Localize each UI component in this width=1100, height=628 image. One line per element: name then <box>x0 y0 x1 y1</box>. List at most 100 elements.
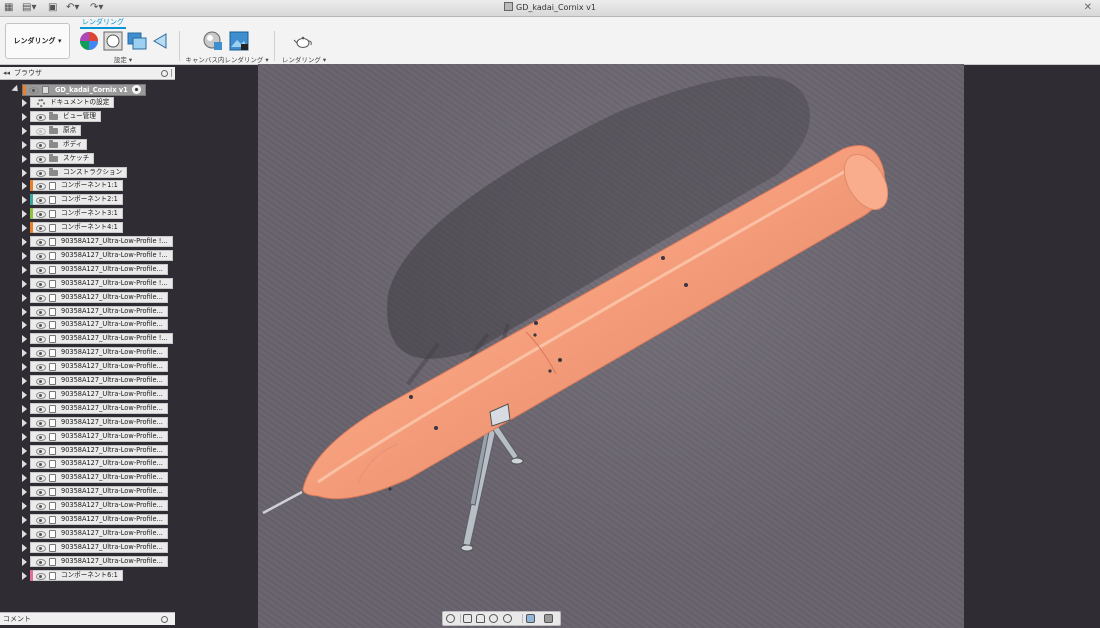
render-snapshot-icon[interactable] <box>229 31 249 51</box>
browser-tree-node[interactable]: 90358A127_Ultra-Low-Profile... <box>30 361 168 372</box>
expand-arrow-icon[interactable] <box>22 530 27 538</box>
browser-tree-row[interactable]: 90358A127_Ultra-Low-Profile... <box>0 292 175 304</box>
visibility-eye-icon[interactable] <box>36 321 46 329</box>
browser-tree-node[interactable]: 90358A127_Ultra-Low-Profile... <box>30 292 168 303</box>
teapot-render-icon[interactable] <box>293 31 313 51</box>
physical-material-icon[interactable] <box>103 31 123 51</box>
browser-tree-row[interactable]: 90358A127_Ultra-Low-Profile... <box>0 500 175 512</box>
browser-tree-node[interactable]: 90358A127_Ultra-Low-Profile... <box>30 514 168 525</box>
expand-arrow-icon[interactable] <box>22 391 27 399</box>
expand-arrow-icon[interactable] <box>22 99 27 107</box>
expand-arrow-icon[interactable] <box>22 377 27 385</box>
visibility-eye-icon[interactable] <box>36 294 46 302</box>
visibility-eye-icon[interactable] <box>36 238 46 246</box>
pan-hand-icon[interactable] <box>476 614 485 623</box>
3d-viewport[interactable] <box>258 64 964 628</box>
expand-arrow-icon[interactable] <box>22 280 27 288</box>
expand-arrow-icon[interactable] <box>22 155 27 163</box>
browser-tree-node[interactable]: 90358A127_Ultra-Low-Profile... <box>30 347 168 358</box>
visibility-eye-icon[interactable] <box>36 280 46 288</box>
browser-tree-row[interactable]: 90358A127_Ultra-Low-Profile... <box>0 486 175 498</box>
browser-tree-node[interactable]: 90358A127_Ultra-Low-Profile... <box>30 542 168 553</box>
expand-arrow-icon[interactable] <box>22 252 27 260</box>
expand-arrow-icon[interactable] <box>22 502 27 510</box>
visibility-eye-icon[interactable] <box>36 113 46 121</box>
browser-tree-row[interactable]: 90358A127_Ultra-Low-Profile !... <box>0 250 175 262</box>
browser-tree-row[interactable]: 90358A127_Ultra-Low-Profile... <box>0 417 175 429</box>
browser-tree-row[interactable]: コンポーネント6:1 <box>0 570 175 582</box>
browser-tree-row[interactable]: 90358A127_Ultra-Low-Profile... <box>0 319 175 331</box>
browser-tree-node[interactable]: 90358A127_Ultra-Low-Profile !... <box>30 236 173 247</box>
decal-icon[interactable] <box>151 31 171 51</box>
browser-tree-node[interactable]: コンストラクション <box>30 167 128 178</box>
visibility-eye-icon[interactable] <box>36 530 46 538</box>
workspace-switcher-button[interactable]: レンダリング ▾ <box>5 23 70 59</box>
browser-tree-node[interactable]: 90358A127_Ultra-Low-Profile... <box>30 431 168 442</box>
browser-tree-row[interactable]: 90358A127_Ultra-Low-Profile... <box>0 445 175 457</box>
visibility-eye-icon[interactable] <box>36 447 46 455</box>
expand-arrow-icon[interactable] <box>22 321 27 329</box>
expand-arrow-icon[interactable] <box>22 572 27 580</box>
browser-tree-row[interactable]: 原点 <box>0 125 175 137</box>
browser-tree-row[interactable]: コンストラクション <box>0 167 175 179</box>
visibility-eye-icon[interactable] <box>29 87 39 94</box>
browser-tree-node[interactable]: 90358A127_Ultra-Low-Profile !... <box>30 278 173 289</box>
browser-tree-row[interactable]: 90358A127_Ultra-Low-Profile... <box>0 556 175 568</box>
expand-arrow-icon[interactable] <box>22 488 27 496</box>
collapse-panel-icon[interactable]: ◂◂ <box>3 67 10 79</box>
comments-pin-icon[interactable] <box>161 616 168 623</box>
visibility-eye-icon[interactable] <box>36 377 46 385</box>
visibility-eye-icon[interactable] <box>36 308 46 316</box>
browser-tree-node[interactable]: 90358A127_Ultra-Low-Profile... <box>30 556 168 567</box>
expand-arrow-icon[interactable] <box>22 363 27 371</box>
visibility-eye-icon[interactable] <box>36 516 46 524</box>
browser-tree-node[interactable]: 90358A127_Ultra-Low-Profile... <box>30 500 168 511</box>
visibility-eye-icon[interactable] <box>36 558 46 566</box>
browser-tree-node[interactable]: 90358A127_Ultra-Low-Profile... <box>30 445 168 456</box>
display-settings-icon[interactable] <box>526 614 535 623</box>
visibility-eye-icon[interactable] <box>36 127 46 135</box>
visibility-eye-icon[interactable] <box>36 405 46 413</box>
expand-arrow-icon[interactable] <box>22 196 27 204</box>
zoom-icon[interactable] <box>489 614 498 623</box>
expand-arrow-icon[interactable] <box>22 141 27 149</box>
browser-tree-row[interactable]: コンポーネント4:1 <box>0 222 175 234</box>
expand-arrow-icon[interactable] <box>22 558 27 566</box>
expand-arrow-icon[interactable] <box>22 544 27 552</box>
activate-target-icon[interactable] <box>132 85 141 94</box>
visibility-eye-icon[interactable] <box>36 544 46 552</box>
visibility-eye-icon[interactable] <box>36 433 46 441</box>
browser-tree-node[interactable]: 90358A127_Ultra-Low-Profile !... <box>30 250 173 261</box>
expand-arrow-icon[interactable] <box>22 460 27 468</box>
browser-tree-node[interactable]: コンポーネント2:1 <box>30 194 123 205</box>
orbit-icon[interactable] <box>446 614 455 623</box>
visibility-eye-icon[interactable] <box>36 210 46 218</box>
visibility-eye-icon[interactable] <box>36 141 46 149</box>
visibility-eye-icon[interactable] <box>36 252 46 260</box>
browser-tree-row[interactable]: 90358A127_Ultra-Low-Profile... <box>0 347 175 359</box>
browser-tree-node[interactable]: ドキュメントの設定 <box>30 97 115 108</box>
expand-arrow-icon[interactable] <box>22 474 27 482</box>
browser-tree-node[interactable]: 原点 <box>30 125 82 136</box>
expand-arrow-icon[interactable] <box>22 182 27 190</box>
browser-tree-node[interactable]: スケッチ <box>30 153 95 164</box>
expand-arrow-icon[interactable] <box>22 349 27 357</box>
visibility-eye-icon[interactable] <box>36 155 46 163</box>
render-group-label[interactable]: レンダリング ▾ <box>280 54 328 64</box>
look-at-icon[interactable] <box>463 614 472 623</box>
scene-settings-icon[interactable] <box>127 31 147 51</box>
fit-zoom-icon[interactable] <box>503 614 512 623</box>
browser-tree-row[interactable]: 90358A127_Ultra-Low-Profile !... <box>0 333 175 345</box>
expand-arrow-icon[interactable] <box>22 113 27 121</box>
browser-tree-node[interactable]: 90358A127_Ultra-Low-Profile... <box>30 319 168 330</box>
browser-tree-row[interactable]: 90358A127_Ultra-Low-Profile... <box>0 528 175 540</box>
browser-tree-row[interactable]: スケッチ <box>0 153 175 165</box>
browser-tree-node[interactable]: 90358A127_Ultra-Low-Profile... <box>30 403 168 414</box>
grid-settings-icon[interactable] <box>544 614 553 623</box>
expand-arrow-icon[interactable] <box>22 308 27 316</box>
visibility-eye-icon[interactable] <box>36 335 46 343</box>
browser-tree-row[interactable]: 90358A127_Ultra-Low-Profile... <box>0 361 175 373</box>
browser-tree-row[interactable]: ボディ <box>0 139 175 151</box>
browser-tree-node[interactable]: 90358A127_Ultra-Low-Profile... <box>30 458 168 469</box>
expand-arrow-icon[interactable] <box>22 210 27 218</box>
